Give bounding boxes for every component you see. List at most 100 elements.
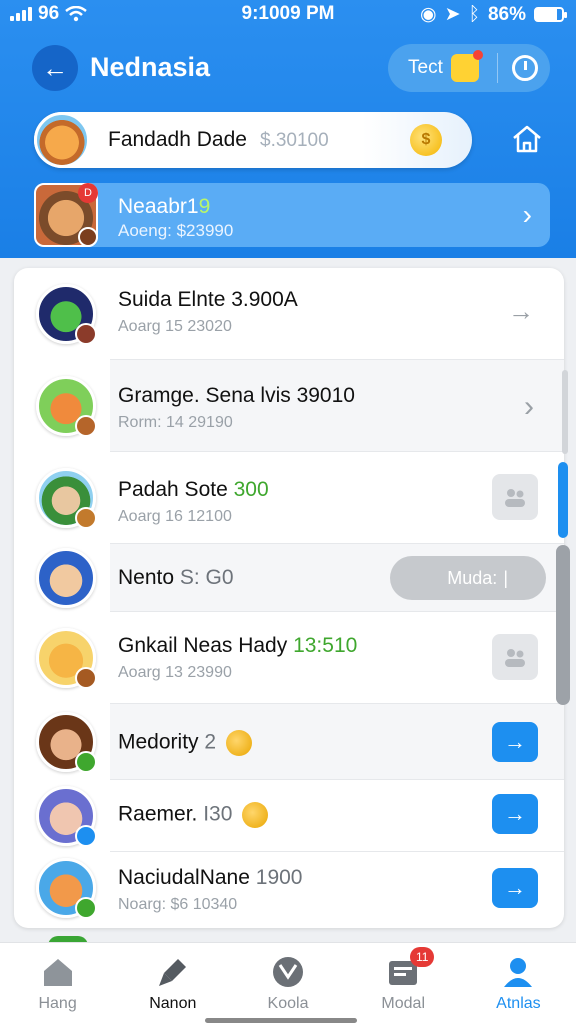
tab-label: Koola <box>267 995 309 1012</box>
user-group-icon <box>505 489 525 507</box>
header-actions-pill[interactable]: Tect <box>388 44 550 92</box>
rank-badge-icon <box>75 667 97 689</box>
arrow-right-icon: → <box>504 729 526 754</box>
history-icon[interactable] <box>511 55 538 81</box>
item-name: NaciudalNane 1900 <box>118 866 303 889</box>
scrollbar-track[interactable] <box>562 370 568 454</box>
avatar <box>36 376 97 437</box>
bluetooth-icon: ᛒ <box>468 3 480 25</box>
profile-name: Fandadh Dade <box>108 128 247 151</box>
battery-percent: 86% <box>487 3 526 25</box>
avatar <box>36 284 97 345</box>
go-button[interactable]: → <box>492 794 538 834</box>
tab-atnlas[interactable]: Atnlas <box>461 943 576 1024</box>
tab-nanon[interactable]: Nanon <box>115 943 230 1024</box>
inbox-icon: 11 <box>386 947 435 989</box>
user-group-icon <box>505 649 525 667</box>
rank-badge-icon <box>75 751 97 773</box>
item-sub: Rorm: 14 29190 <box>118 414 233 431</box>
item-name: Suida Elnte 3.900A <box>118 288 298 311</box>
item-name: Gnkail Neas Hady 13:510 <box>118 634 358 657</box>
list-item[interactable]: Padah Sote 300 Aoarg 16 12100 <box>14 452 564 544</box>
item-sub: Aoarg 15 23020 <box>118 318 232 335</box>
list-item[interactable]: Suida Elnte 3.900A Aoarg 15 23020 → <box>14 268 564 360</box>
item-name: Gramge. Sena lvis 39010 <box>118 384 355 407</box>
notification-count-badge: 11 <box>410 947 435 967</box>
go-button[interactable]: → <box>492 722 538 762</box>
rank-badge-icon <box>75 897 97 919</box>
profile-square-button[interactable] <box>492 474 538 520</box>
banner-rank-icon <box>78 227 98 247</box>
coin-icon <box>242 802 269 828</box>
arrow-right-icon[interactable]: → <box>508 296 534 327</box>
item-name: Raemer. I30 <box>118 802 269 828</box>
rank-badge-icon <box>75 415 97 437</box>
list-item[interactable]: Raemer. I30 → <box>14 780 564 852</box>
avatar <box>36 468 97 529</box>
person-icon <box>501 955 535 989</box>
back-button[interactable]: ← <box>32 45 78 91</box>
mode-button[interactable]: Muda: | <box>390 556 546 600</box>
tab-label: Atnlas <box>496 995 541 1012</box>
avatar <box>36 712 97 773</box>
avatar <box>36 858 97 919</box>
item-name: Medority 2 <box>118 730 253 756</box>
profile-amount: $.30100 <box>260 130 329 151</box>
notification-badge-icon[interactable] <box>450 50 483 82</box>
rank-badge-icon <box>75 507 97 529</box>
tab-koola[interactable]: Koola <box>230 943 345 1024</box>
location-icon: ◉ <box>420 4 437 25</box>
avatar <box>34 112 90 168</box>
house-icon <box>513 125 541 153</box>
coin-icon: $ <box>410 124 442 156</box>
profile-card[interactable]: Fandadh Dade $.30100 $ <box>34 112 472 168</box>
featured-banner[interactable]: D Neaabr19 Aoeng: $23990 › <box>34 183 550 247</box>
arrow-left-icon: ← <box>42 52 68 83</box>
tab-hang[interactable]: Hang <box>0 943 115 1024</box>
pill-divider <box>496 53 498 83</box>
tab-label: Modal <box>381 995 425 1012</box>
go-button[interactable]: → <box>492 868 538 908</box>
navigation-icon: ➤ <box>444 4 461 25</box>
avatar <box>36 786 97 847</box>
rank-badge-icon <box>75 825 97 847</box>
status-bar: 96 9:1009 PM ◉ ➤ ᛒ 86% <box>0 0 576 30</box>
list-item[interactable]: Medority 2 → <box>14 704 564 780</box>
arrow-right-icon: → <box>504 801 526 826</box>
rank-badge-icon <box>75 323 97 345</box>
chevron-right-icon[interactable]: › <box>524 390 534 424</box>
item-name: Nento S: G0 <box>118 566 234 589</box>
banner-badge-icon: D <box>78 183 98 203</box>
item-name: Padah Sote 300 <box>118 478 269 501</box>
coin-icon <box>226 730 253 756</box>
home-indicator <box>205 1018 357 1023</box>
tab-label: Nanon <box>149 995 197 1012</box>
page-title: Nednasia <box>90 52 211 82</box>
banner-avatar: D <box>34 183 98 247</box>
list-item[interactable]: Nento S: G0 Muda: | <box>14 544 564 612</box>
banner-sub: Aoeng: $23990 <box>118 221 234 240</box>
home-icon <box>41 955 75 989</box>
scrollbar-thumb-active[interactable] <box>558 462 568 538</box>
home-outline-button[interactable] <box>510 124 544 154</box>
list-item[interactable]: Gnkail Neas Hady 13:510 Aoarg 13 23990 <box>14 612 564 704</box>
avatar <box>36 628 97 689</box>
profile-square-button[interactable] <box>492 634 538 680</box>
tab-modal[interactable]: 11 Modal <box>346 943 461 1024</box>
ball-icon <box>271 955 305 989</box>
app-header: 96 9:1009 PM ◉ ➤ ᛒ 86% ← Nednasia Tect F… <box>0 0 576 258</box>
list-item[interactable]: Gramge. Sena lvis 39010 Rorm: 14 29190 › <box>14 360 564 452</box>
list-item[interactable]: NaciudalNane 1900 Noarg: $6 10340 → <box>14 852 564 928</box>
tab-label: Hang <box>38 995 77 1012</box>
arrow-right-icon: → <box>504 875 526 900</box>
pill-label: Tect <box>408 57 443 78</box>
item-sub: Aoarg 16 12100 <box>118 508 232 525</box>
item-sub: Aoarg 13 23990 <box>118 664 232 681</box>
chevron-right-icon[interactable]: › <box>523 199 532 231</box>
scrollbar-thumb[interactable] <box>556 545 570 705</box>
avatar <box>36 548 96 608</box>
bottom-tab-bar: Hang Nanon Koola 11 Modal Atnlas <box>0 942 576 1024</box>
item-sub: Noarg: $6 10340 <box>118 896 238 913</box>
rocket-icon <box>156 955 190 989</box>
battery-icon <box>534 7 567 22</box>
